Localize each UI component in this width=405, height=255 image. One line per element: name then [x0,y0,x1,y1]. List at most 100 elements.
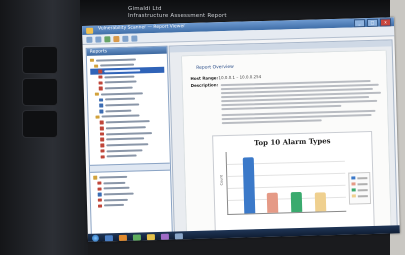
report-icon [99,120,104,125]
legend-label [357,195,368,197]
tree-item-label [105,120,150,124]
folder-icon [89,58,95,63]
folder-icon[interactable] [146,233,155,240]
tree-item-label [104,204,125,207]
field-label-host: Host Range: [190,75,219,81]
refresh-icon[interactable] [104,35,111,42]
settings-icon[interactable] [174,232,183,239]
chart-bar [314,192,326,212]
report-icon [100,143,105,148]
tree-item-label [106,154,137,158]
media-icon[interactable] [132,233,141,241]
tree-item-label [106,148,143,152]
report-heading: Report Overview [196,64,234,71]
tree-item[interactable] [93,152,167,159]
report-icon [98,81,103,85]
back-icon[interactable] [86,36,93,43]
tree-item-label [103,181,126,185]
report-icon [97,187,102,191]
tree-item-label [100,63,135,67]
device-brand-label: Gimaldi Ltd [128,6,162,12]
tree-item-label [105,97,136,101]
tree-item-label [105,109,132,113]
chart-title: Top 10 Alarm Types [253,136,331,148]
tree-item-label [106,137,145,141]
report-icon [97,181,102,186]
report-icon [100,154,105,159]
tree-item-label [104,75,135,79]
report-icon [97,198,102,203]
chart-y-axis-label: Count [219,174,224,186]
window-title: Vulnerability Scanner — Report Viewer [98,24,186,32]
hinge-2 [22,78,58,106]
chart-bar [267,192,279,213]
tree-item-label [99,175,128,179]
bezel-left-edge [0,0,88,255]
legend-label [357,183,368,185]
text-line [221,104,342,110]
field-label-description: Description: [190,82,219,88]
device-model-label: Infrastructure Assessment Report [128,13,227,19]
app-screen: Vulnerability Scanner — Report Viewer _ … [82,17,400,242]
forward-icon[interactable] [95,35,102,43]
legend-swatch [351,188,356,192]
explorer-icon[interactable] [104,234,114,241]
folder-icon [95,115,100,119]
browser-icon[interactable] [118,234,128,241]
tree-item-label [104,69,141,73]
folder-icon [93,175,98,180]
chart-bar [242,157,256,214]
hinge-1 [22,46,58,74]
chart-legend [348,172,372,205]
report-icon [98,75,103,79]
tree-item-label [104,80,137,84]
tree-item-label [105,126,146,130]
tree-item-label [95,58,136,62]
folder-icon [94,92,99,97]
report-icon [100,149,105,153]
tree-item-label [104,86,133,90]
chart-plot-area [225,148,347,216]
report-icon [98,86,103,91]
tree-item[interactable] [94,201,168,208]
tree-item-label [103,192,134,196]
report-icon [100,137,105,142]
text-line [221,119,322,124]
app-icon[interactable] [160,233,169,240]
report-page: Report Overview Host Range: 10.0.0.1 – 1… [181,50,391,234]
save-icon[interactable] [122,35,129,42]
report-icon [99,109,104,114]
alarm-chart: Top 10 Alarm Types Count [212,130,375,234]
field-value-host: 10.0.0.1 – 10.0.0.254 [218,74,262,81]
hinge-3 [22,110,58,138]
tree-item-label [103,187,130,190]
tree-item-label [100,92,143,96]
legend-label [357,177,368,179]
chart-bar [290,192,303,213]
report-tree [87,54,170,163]
tree-item-label [101,114,140,118]
document-viewer: Report Overview Host Range: 10.0.0.1 – 1… [168,39,398,234]
legend-label [357,189,368,191]
folder-icon [94,64,99,68]
report-icon [99,103,104,108]
report-tree-panel: Reports [85,45,173,236]
zoom-icon[interactable] [131,34,138,42]
start-icon[interactable] [91,234,100,242]
print-icon[interactable] [113,35,120,42]
tree-item-label [103,198,128,202]
report-icon [99,132,105,136]
report-icon [97,204,103,208]
tree-item-label [105,131,153,135]
tree-item-label [106,143,149,147]
legend-swatch [351,194,356,198]
report-icon [99,126,104,131]
app-icon [86,27,94,34]
report-icon [98,69,103,74]
report-icon [97,192,102,197]
legend-swatch [351,182,356,186]
legend-swatch [351,176,356,180]
report-icon [99,98,104,102]
tree-item-label [105,103,140,107]
lower-tree [90,171,171,211]
